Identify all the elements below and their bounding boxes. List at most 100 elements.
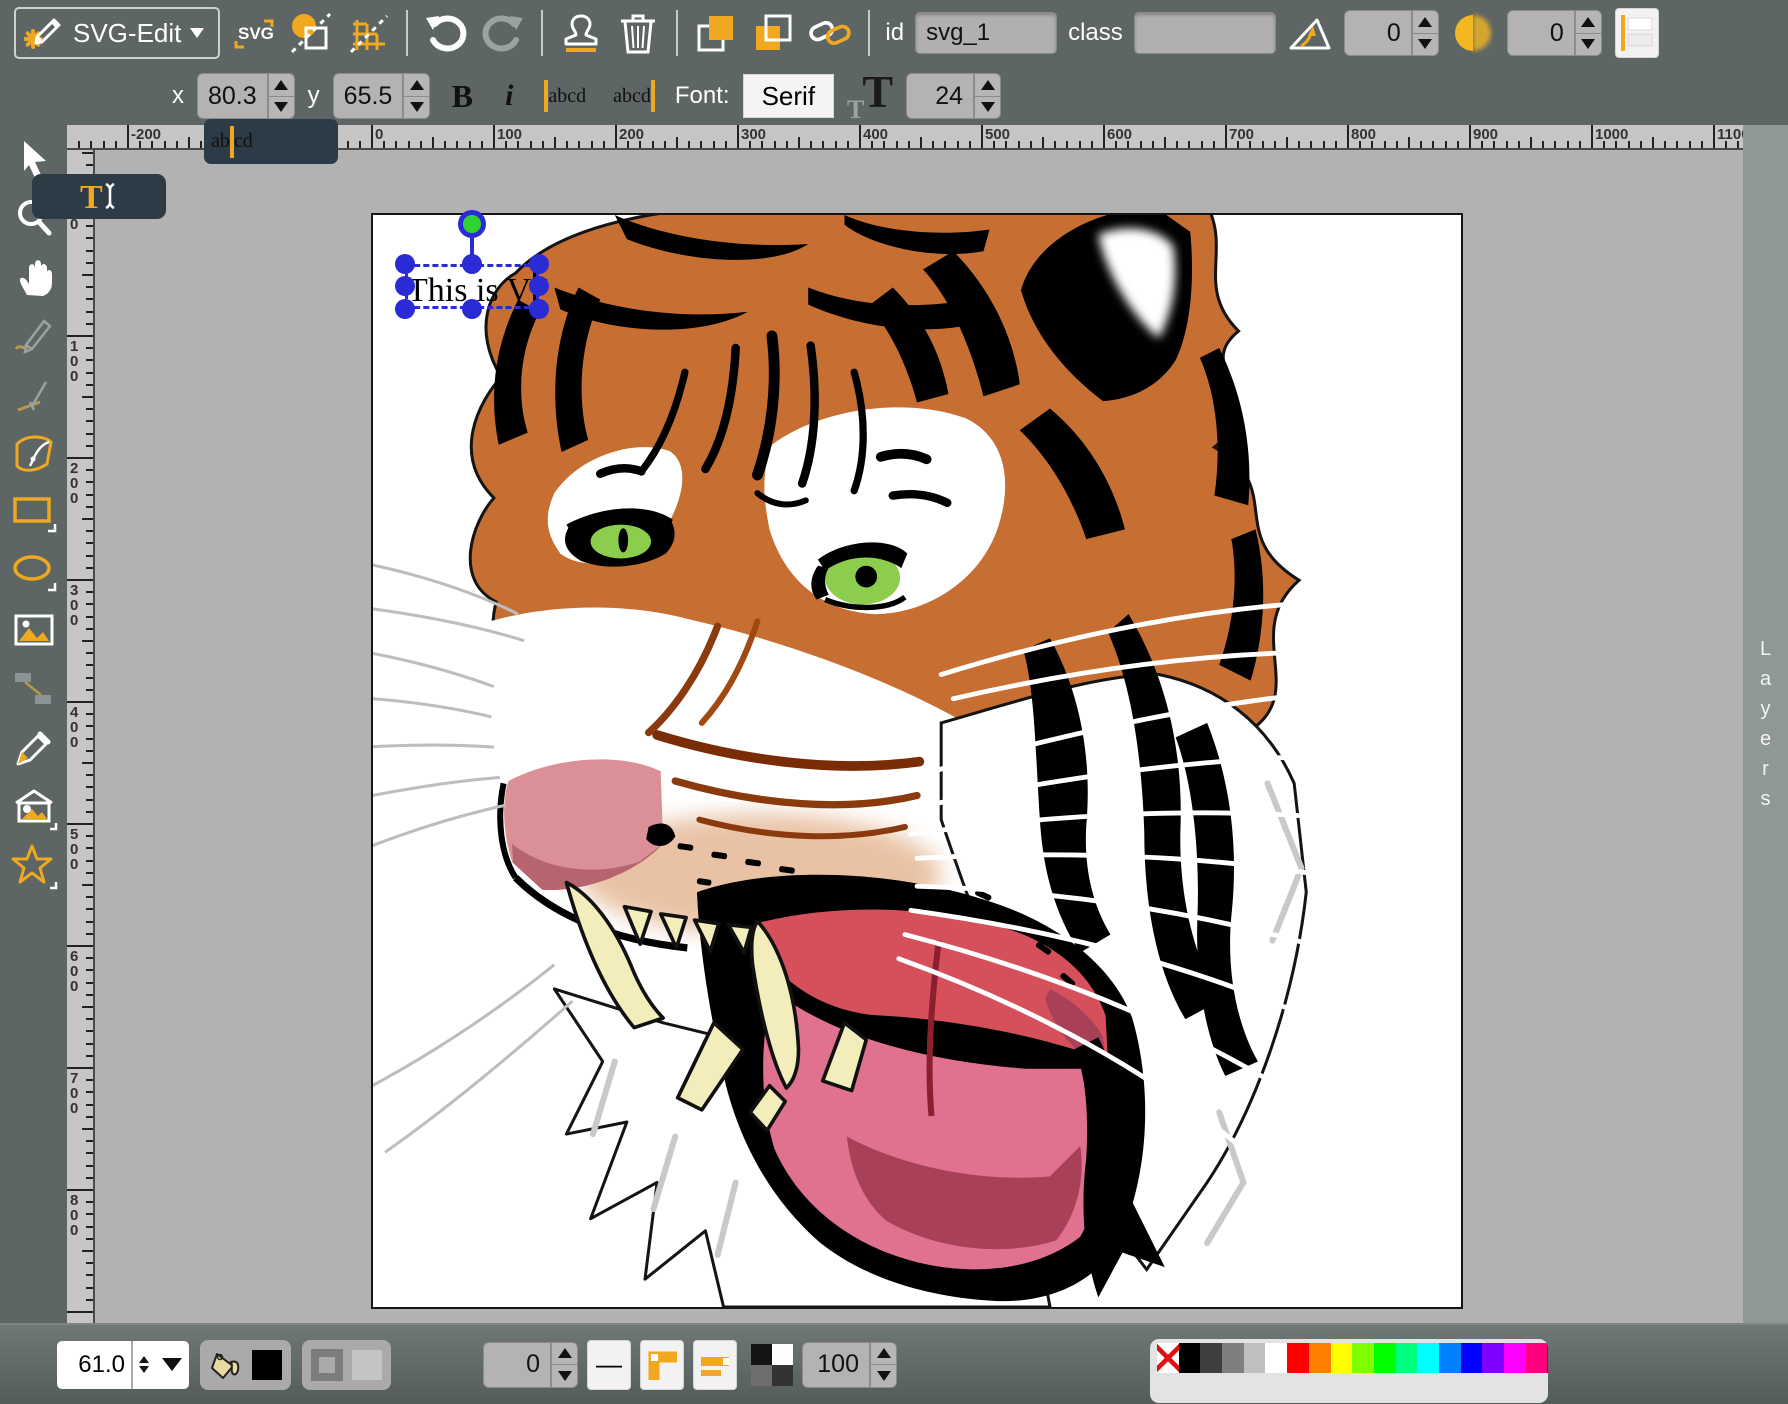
palette-swatch[interactable] — [1200, 1343, 1222, 1373]
undo-button[interactable] — [423, 10, 469, 56]
palette-swatch-none[interactable] — [1157, 1343, 1179, 1373]
palette-swatch[interactable] — [1287, 1343, 1309, 1373]
angle-up-button[interactable] — [1413, 11, 1438, 34]
font-size-down-button[interactable] — [975, 97, 1000, 119]
tool-pan[interactable] — [9, 252, 59, 300]
tool-line[interactable] — [9, 370, 59, 418]
angle-down-button[interactable] — [1413, 34, 1438, 56]
palette-swatch[interactable] — [1222, 1343, 1244, 1373]
opacity-value[interactable]: 100 — [803, 1343, 869, 1387]
make-link-button[interactable] — [807, 10, 853, 56]
tool-connector[interactable] — [9, 665, 59, 713]
selection-handle-ne[interactable] — [529, 254, 549, 274]
stroke-width-down-button[interactable] — [552, 1365, 577, 1387]
palette-swatch[interactable] — [1265, 1343, 1287, 1373]
selection-handle-e[interactable] — [529, 276, 549, 296]
bold-button[interactable]: B — [443, 78, 481, 115]
id-input[interactable] — [915, 12, 1057, 54]
opacity-up-button[interactable] — [871, 1343, 896, 1366]
font-size-value[interactable]: 24 — [907, 74, 973, 118]
tool-text[interactable]: T — [32, 174, 166, 219]
italic-button[interactable]: i — [494, 79, 524, 113]
palette-swatch[interactable] — [1331, 1343, 1353, 1373]
angle-spinner: 0 — [1344, 10, 1439, 56]
text-anchor-middle-button[interactable]: abcd — [204, 119, 338, 164]
tool-rect[interactable] — [9, 488, 59, 536]
stroke-color-swatch[interactable] — [352, 1350, 382, 1380]
ruler-tick — [1030, 141, 1032, 148]
class-input[interactable] — [1134, 12, 1276, 54]
ruler-tick — [1518, 141, 1520, 148]
fill-color-control[interactable] — [200, 1340, 291, 1390]
tool-shape-library[interactable] — [9, 783, 59, 831]
layers-panel-toggle[interactable]: Layers — [1743, 125, 1788, 1323]
palette-swatch[interactable] — [1461, 1343, 1483, 1373]
palette-swatch[interactable] — [1417, 1343, 1439, 1373]
stroke-width-up-button[interactable] — [552, 1343, 577, 1366]
stroke-style-button[interactable]: — — [587, 1340, 631, 1390]
tool-star[interactable] — [9, 842, 59, 890]
linejoin-button[interactable] — [640, 1340, 684, 1390]
ruler-tick — [835, 141, 837, 148]
selection-handle-se[interactable] — [529, 299, 549, 319]
palette-swatch[interactable] — [1374, 1343, 1396, 1373]
stroke-width-value[interactable]: 0 — [484, 1343, 550, 1387]
grid-button[interactable] — [345, 10, 391, 56]
fill-color-swatch[interactable] — [252, 1350, 282, 1380]
font-size-up-button[interactable] — [975, 74, 1000, 97]
palette-swatch[interactable] — [1526, 1343, 1548, 1373]
selection-handle-s[interactable] — [462, 299, 482, 319]
selection-handle-w[interactable] — [395, 276, 415, 296]
properties-panel-button[interactable] — [1615, 8, 1659, 58]
main-menu-button[interactable]: SVG-Edit — [14, 7, 220, 59]
y-down-button[interactable] — [404, 97, 429, 119]
opacity-down-button[interactable] — [871, 1365, 896, 1387]
ruler-tick — [408, 141, 410, 148]
blur-down-button[interactable] — [1576, 34, 1601, 56]
selection-handle-sw[interactable] — [395, 299, 415, 319]
move-to-front-button[interactable] — [693, 10, 739, 56]
ruler-tick — [1201, 141, 1203, 148]
linecap-button[interactable] — [693, 1340, 737, 1390]
palette-swatch[interactable] — [1309, 1343, 1331, 1373]
palette-swatch[interactable] — [1352, 1343, 1374, 1373]
svg-canvas[interactable]: This is V7 — [371, 213, 1463, 1309]
redo-button[interactable] — [480, 10, 526, 56]
palette-swatch[interactable] — [1547, 1343, 1548, 1373]
zoom-dropdown-button[interactable] — [155, 1341, 189, 1389]
tool-ellipse[interactable] — [9, 547, 59, 595]
y-value[interactable]: 65.5 — [334, 74, 403, 118]
wireframe-mode-button[interactable] — [288, 10, 334, 56]
source-editor-button[interactable]: SVG — [231, 10, 277, 56]
zoom-spinner[interactable] — [133, 1341, 155, 1389]
blur-value[interactable]: 0 — [1508, 11, 1574, 55]
palette-swatch[interactable] — [1504, 1343, 1526, 1373]
selection-handle-nw[interactable] — [395, 254, 415, 274]
tool-image[interactable] — [9, 606, 59, 654]
palette-swatch[interactable] — [1179, 1343, 1201, 1373]
clone-button[interactable] — [558, 10, 604, 56]
stroke-color-control[interactable] — [302, 1340, 391, 1390]
opacity-checkerboard-icon[interactable] — [751, 1344, 793, 1386]
y-up-button[interactable] — [404, 74, 429, 97]
x-up-button[interactable] — [269, 74, 294, 97]
palette-swatch[interactable] — [1244, 1343, 1266, 1373]
text-anchor-end-button[interactable]: abcd — [606, 71, 662, 121]
selection-handle-n[interactable] — [462, 254, 482, 274]
text-anchor-start-button[interactable]: abcd — [537, 71, 593, 121]
palette-swatch[interactable] — [1396, 1343, 1418, 1373]
palette-swatch[interactable] — [1439, 1343, 1461, 1373]
font-family-button[interactable]: Serif — [743, 74, 834, 118]
move-to-back-button[interactable] — [750, 10, 796, 56]
angle-value[interactable]: 0 — [1345, 11, 1411, 55]
delete-button[interactable] — [615, 10, 661, 56]
tool-path[interactable] — [9, 429, 59, 477]
rotate-handle[interactable] — [458, 210, 486, 238]
x-value[interactable]: 80.3 — [198, 74, 267, 118]
tool-pencil[interactable] — [9, 311, 59, 359]
blur-up-button[interactable] — [1576, 11, 1601, 34]
zoom-value[interactable]: 61.0 — [57, 1341, 131, 1389]
x-down-button[interactable] — [269, 97, 294, 119]
tool-eyedropper[interactable] — [9, 724, 59, 772]
palette-swatch[interactable] — [1482, 1343, 1504, 1373]
